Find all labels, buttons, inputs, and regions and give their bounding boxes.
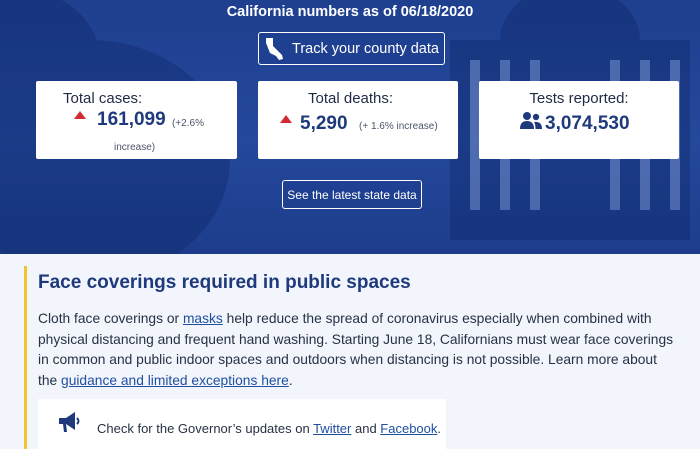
masks-link[interactable]: masks xyxy=(183,311,223,326)
body-text-1: Cloth face coverings or xyxy=(38,311,183,326)
track-county-label: Track your county data xyxy=(292,40,439,57)
track-county-button[interactable]: Track your county data xyxy=(258,32,445,65)
triangle-up-icon xyxy=(74,111,86,119)
updates-prefix: Check for the Governor’s updates on xyxy=(97,421,314,436)
tests-reported-value: 3,074,530 xyxy=(545,113,630,134)
updates-and: and xyxy=(351,421,381,436)
section-title: Face coverings required in public spaces xyxy=(38,272,411,293)
twitter-link[interactable]: Twitter xyxy=(313,421,351,436)
total-cases-change-cont: increase) xyxy=(114,142,156,153)
total-cases-change: (+2.6% xyxy=(172,118,204,129)
hero-title: California numbers as of 06/18/2020 xyxy=(226,4,474,20)
tests-reported-card: Tests reported: 3,074,530 xyxy=(479,81,679,159)
total-deaths-label: Total deaths: xyxy=(308,90,394,107)
total-cases-card: Total cases: 161,099 (+2.6% increase) xyxy=(36,81,237,159)
body-text-3: . xyxy=(288,372,293,388)
governor-updates-box: Check for the Governor’s updates on Twit… xyxy=(38,399,446,449)
total-deaths-card: Total deaths: 5,290 (+ 1.6% increase) xyxy=(258,81,458,159)
total-deaths-change: (+ 1.6% increase) xyxy=(359,121,438,132)
triangle-up-icon xyxy=(280,115,292,123)
latest-state-data-button[interactable]: See the latest state data xyxy=(282,180,422,209)
tests-reported-label: Tests reported: xyxy=(529,90,629,107)
people-icon xyxy=(520,112,542,129)
total-cases-label: Total cases: xyxy=(63,90,143,107)
updates-text: Check for the Governor’s updates on Twit… xyxy=(97,421,441,436)
california-icon xyxy=(266,37,284,60)
face-coverings-section: Face coverings required in public spaces… xyxy=(0,254,700,449)
updates-suffix: . xyxy=(437,421,442,436)
guidance-link[interactable]: guidance and limited exceptions here xyxy=(61,373,289,388)
total-cases-value: 161,099 xyxy=(97,109,166,130)
section-body: Cloth face coverings or masks help reduc… xyxy=(38,309,678,391)
total-deaths-value: 5,290 xyxy=(300,113,348,134)
accent-rule xyxy=(24,266,27,449)
hero-banner: California numbers as of 06/18/2020 Trac… xyxy=(0,0,700,254)
facebook-link[interactable]: Facebook xyxy=(380,421,437,436)
megaphone-icon xyxy=(59,412,80,432)
